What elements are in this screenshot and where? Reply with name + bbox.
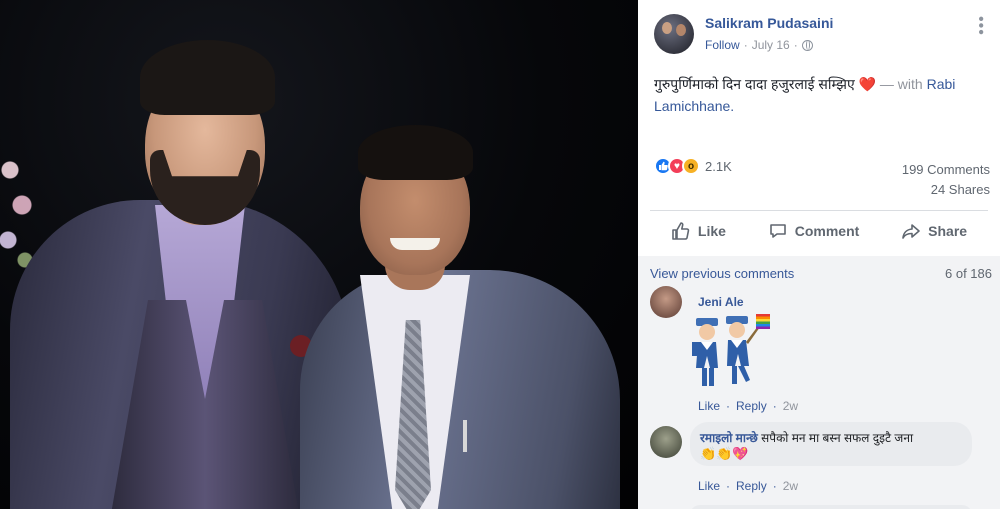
thumbs-up-icon: [672, 222, 690, 240]
comment-actions: Like · Reply · 2w: [698, 399, 798, 413]
post-date[interactable]: July 16: [752, 37, 790, 53]
post-body: गुरुपुर्णिमाको दिन दादा हजुरलाई सम्झिए: [654, 76, 855, 92]
comment-text: सपैको मन मा बस्न सफल दुइटै जना: [761, 431, 914, 445]
dot-separator: ·: [726, 399, 731, 413]
reaction-count: 2.1K: [705, 158, 732, 174]
comment-reply-link[interactable]: Reply: [736, 479, 767, 493]
comments-pagination: 6 of 186: [945, 266, 992, 281]
dot-separator: ·: [726, 479, 731, 493]
share-icon: [902, 224, 920, 239]
comment-button[interactable]: Comment: [768, 221, 860, 241]
follow-link[interactable]: Follow: [705, 37, 740, 53]
commenter-avatar[interactable]: [650, 426, 682, 458]
author-name[interactable]: Salikram Pudasaini: [705, 14, 833, 32]
heart-emoji: ❤️: [858, 76, 877, 92]
shares-count[interactable]: 24 Shares: [902, 180, 990, 200]
dot-separator: ·: [772, 399, 777, 413]
dot-separator: ·: [772, 479, 777, 493]
comment-reply-link[interactable]: Reply: [736, 399, 767, 413]
more-dots-icon[interactable]: •••: [972, 16, 989, 36]
comment-label: Comment: [794, 223, 860, 239]
author-avatar[interactable]: [654, 14, 694, 54]
comment-time[interactable]: 2w: [783, 479, 798, 493]
post-actions: Like Comment Share: [650, 214, 988, 248]
pocket-pen: [463, 420, 467, 452]
comment-emoji: 👏👏💖: [700, 446, 749, 461]
share-button[interactable]: Share: [901, 221, 967, 241]
reactions-summary[interactable]: ♥ o 2.1K: [654, 157, 732, 175]
view-previous-comments-link[interactable]: View previous comments: [650, 266, 794, 281]
comment-icon: [769, 224, 786, 238]
person-right-hair: [358, 125, 473, 180]
meta-separator: ·: [743, 38, 748, 52]
like-label: Like: [697, 223, 726, 239]
share-label: Share: [928, 223, 968, 239]
globe-icon[interactable]: [801, 39, 813, 51]
divider-top: [650, 210, 988, 211]
meta-separator-2: ·: [793, 38, 798, 52]
post-photo[interactable]: [0, 0, 638, 509]
commenter-avatar[interactable]: [650, 286, 682, 318]
comment-bubble-partial: [690, 505, 972, 509]
commenter-name[interactable]: रमाइलो मान्छे: [700, 431, 758, 445]
post-text: गुरुपुर्णिमाको दिन दादा हजुरलाई सम्झिए ❤…: [654, 73, 984, 117]
like-button[interactable]: Like: [671, 221, 726, 241]
comment-bubble: रमाइलो मान्छे सपैको मन मा बस्न सफल दुइटै…: [690, 422, 972, 466]
comment-like-link[interactable]: Like: [698, 479, 720, 493]
post-meta: Follow · July 16 ·: [705, 37, 833, 53]
comments-count[interactable]: 199 Comments: [902, 160, 990, 180]
facebook-photo-viewer: Salikram Pudasaini Follow · July 16 · ••…: [0, 0, 1000, 509]
with-label: — with: [879, 76, 923, 92]
post-stats: 199 Comments 24 Shares: [902, 160, 990, 200]
comment-actions: Like · Reply · 2w: [698, 479, 798, 493]
person-right-smile: [390, 238, 440, 250]
post-panel: Salikram Pudasaini Follow · July 16 · ••…: [638, 0, 1000, 509]
commenter-name[interactable]: Jeni Ale: [698, 295, 744, 309]
sailors-sticker-icon: [692, 314, 770, 386]
post-header: Salikram Pudasaini Follow · July 16 ·: [654, 14, 833, 54]
comment-like-link[interactable]: Like: [698, 399, 720, 413]
wow-icon: o: [682, 157, 700, 175]
person-left-hair: [140, 40, 275, 115]
comment-time[interactable]: 2w: [783, 399, 798, 413]
